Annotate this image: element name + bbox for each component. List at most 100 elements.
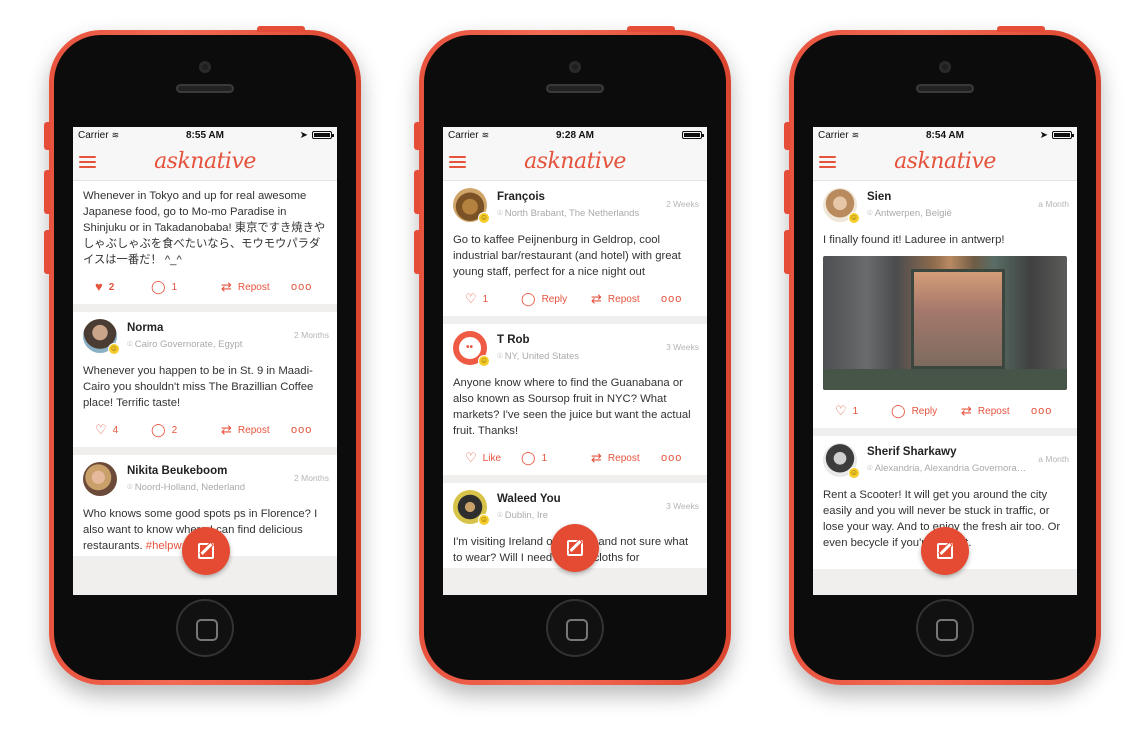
home-button[interactable] — [916, 599, 974, 657]
compose-button[interactable] — [182, 527, 230, 575]
comment-button[interactable]: ◯ 2 — [151, 423, 221, 436]
avatar[interactable]: ☺ — [83, 319, 120, 355]
post-card[interactable]: ☺ François ⌾ North Brabant, The Netherlan… — [443, 181, 707, 316]
menu-icon[interactable] — [79, 156, 96, 168]
feed[interactable]: Whenever in Tokyo and up for real awesom… — [73, 181, 337, 564]
user-location: Dublin, Ire — [504, 510, 549, 521]
user-name[interactable]: Waleed You — [497, 493, 561, 505]
volume-down-button — [414, 230, 420, 274]
post-card[interactable]: Whenever in Tokyo and up for real awesom… — [73, 181, 337, 304]
post-time: 3 Weeks — [666, 501, 699, 511]
post-card[interactable]: ☺ Norma ⌾ Cairo Governorate, Egypt 2 Mont… — [73, 312, 337, 447]
user-name[interactable]: Sherif Sharkawy — [867, 446, 1026, 458]
location-pin-icon: ⌾ — [497, 208, 503, 219]
menu-icon[interactable] — [449, 156, 466, 168]
post-actions: ♡ 1 ◯ Reply ⇄ Repost ooo — [453, 282, 699, 316]
feed[interactable]: ☺ François ⌾ North Brabant, The Netherlan… — [443, 181, 707, 576]
power-button — [627, 26, 675, 32]
like-button[interactable]: ♥ 2 — [83, 279, 151, 294]
compose-icon — [567, 540, 583, 556]
post-text: Anyone know where to find the Guanabana … — [453, 377, 691, 437]
front-camera — [199, 61, 211, 73]
more-button[interactable]: ooo — [291, 281, 312, 293]
smiley-icon: ☺ — [478, 355, 490, 367]
avatar[interactable]: ☺ — [823, 188, 860, 224]
like-button[interactable]: ♡ 1 — [823, 404, 891, 417]
post-photo[interactable] — [823, 256, 1067, 390]
heart-icon: ♡ — [95, 422, 107, 437]
post-card[interactable]: ☺ Sien ⌾ Antwerpen, België a Month I fina… — [813, 181, 1077, 428]
repost-icon: ⇄ — [221, 422, 232, 437]
comment-button[interactable]: ◯ 1 — [151, 280, 221, 293]
compose-button[interactable] — [921, 527, 969, 575]
smiley-icon: ☺ — [108, 343, 120, 355]
front-camera — [569, 61, 581, 73]
more-button[interactable]: ooo — [291, 424, 312, 436]
comment-icon: ◯ — [891, 403, 906, 418]
post-card[interactable]: •• ☺ T Rob ⌾ NY, United States 3 Weeks Any… — [443, 324, 707, 475]
reply-button[interactable]: ◯ Reply — [891, 403, 961, 418]
status-bar: Carrier ≋ 8:54 AM ➤ — [813, 127, 1077, 143]
battery-icon — [682, 131, 704, 139]
heart-icon: ♡ — [465, 450, 477, 465]
avatar[interactable]: •• ☺ — [453, 331, 490, 367]
like-button[interactable]: ♡ 4 — [83, 422, 151, 437]
more-icon: ooo — [661, 293, 683, 305]
more-button[interactable]: ooo — [661, 293, 682, 305]
comment-button[interactable]: ◯ 1 — [521, 451, 591, 464]
repost-icon: ⇄ — [961, 403, 972, 418]
reply-button[interactable]: ◯ Reply — [521, 291, 591, 306]
post-actions: ♡ Like ◯ 1 ⇄ Repost ooo — [453, 441, 699, 475]
repost-button[interactable]: ⇄ Repost — [591, 292, 661, 305]
phone-2: Carrier ≋ 9:28 AM asknative ☺ François ⌾ N… — [414, 26, 731, 685]
post-time: 2 Months — [294, 330, 329, 340]
repost-button[interactable]: ⇄ Repost — [221, 422, 291, 437]
earpiece-speaker — [916, 84, 974, 93]
mute-switch — [44, 122, 50, 150]
post-text: I finally found it! Laduree in antwerp! — [823, 234, 1005, 246]
earpiece-speaker — [176, 84, 234, 93]
repost-button[interactable]: ⇄ Repost — [591, 451, 661, 464]
heart-icon: ♡ — [465, 291, 477, 306]
avatar[interactable]: ☺ — [823, 443, 860, 479]
user-name[interactable]: Norma — [127, 322, 242, 334]
status-time: 8:54 AM — [926, 129, 964, 141]
like-button[interactable]: ♡ Like — [453, 450, 521, 465]
volume-up-button — [414, 170, 420, 214]
feed[interactable]: ☺ Sien ⌾ Antwerpen, België a Month I fina… — [813, 181, 1077, 577]
more-button[interactable]: ooo — [661, 452, 682, 464]
like-button[interactable]: ♡ 1 — [453, 291, 521, 306]
post-time: a Month — [1038, 199, 1069, 209]
post-actions: ♡ 4 ◯ 2 ⇄ Repost ooo — [83, 413, 329, 447]
home-button[interactable] — [546, 599, 604, 657]
user-name[interactable]: T Rob — [497, 334, 579, 346]
repost-button[interactable]: ⇄ Repost — [221, 280, 291, 293]
repost-button[interactable]: ⇄ Repost — [961, 403, 1031, 418]
comment-icon: ◯ — [521, 291, 536, 306]
user-location: Alexandria, Alexandria Governora… — [874, 463, 1027, 474]
user-name[interactable]: Sien — [867, 191, 952, 203]
post-text: Go to kaffee Peijnenburg in Geldrop, coo… — [453, 234, 681, 278]
user-location: Cairo Governorate, Egypt — [134, 339, 243, 350]
nav-bar: asknative — [443, 143, 707, 181]
avatar[interactable]: ☺ — [453, 490, 490, 526]
location-pin-icon: ⌾ — [497, 510, 503, 521]
menu-icon[interactable] — [819, 156, 836, 168]
compose-icon — [937, 543, 953, 559]
location-pin-icon: ⌾ — [127, 482, 133, 493]
more-icon: ooo — [291, 281, 313, 293]
avatar[interactable] — [83, 462, 117, 496]
home-button[interactable] — [176, 599, 234, 657]
user-name[interactable]: François — [497, 191, 639, 203]
avatar[interactable]: ☺ — [453, 188, 490, 224]
smiley-icon: ☺ — [478, 212, 490, 224]
location-pin-icon: ⌾ — [867, 208, 873, 219]
smiley-icon: ☺ — [848, 212, 860, 224]
heart-filled-icon: ♥ — [95, 279, 103, 294]
post-time: 2 Months — [294, 473, 329, 483]
more-button[interactable]: ooo — [1031, 405, 1052, 417]
location-pin-icon: ⌾ — [867, 463, 873, 474]
compose-button[interactable] — [551, 524, 599, 572]
user-name[interactable]: Nikita Beukeboom — [127, 465, 245, 477]
user-location: NY, United States — [504, 351, 579, 362]
